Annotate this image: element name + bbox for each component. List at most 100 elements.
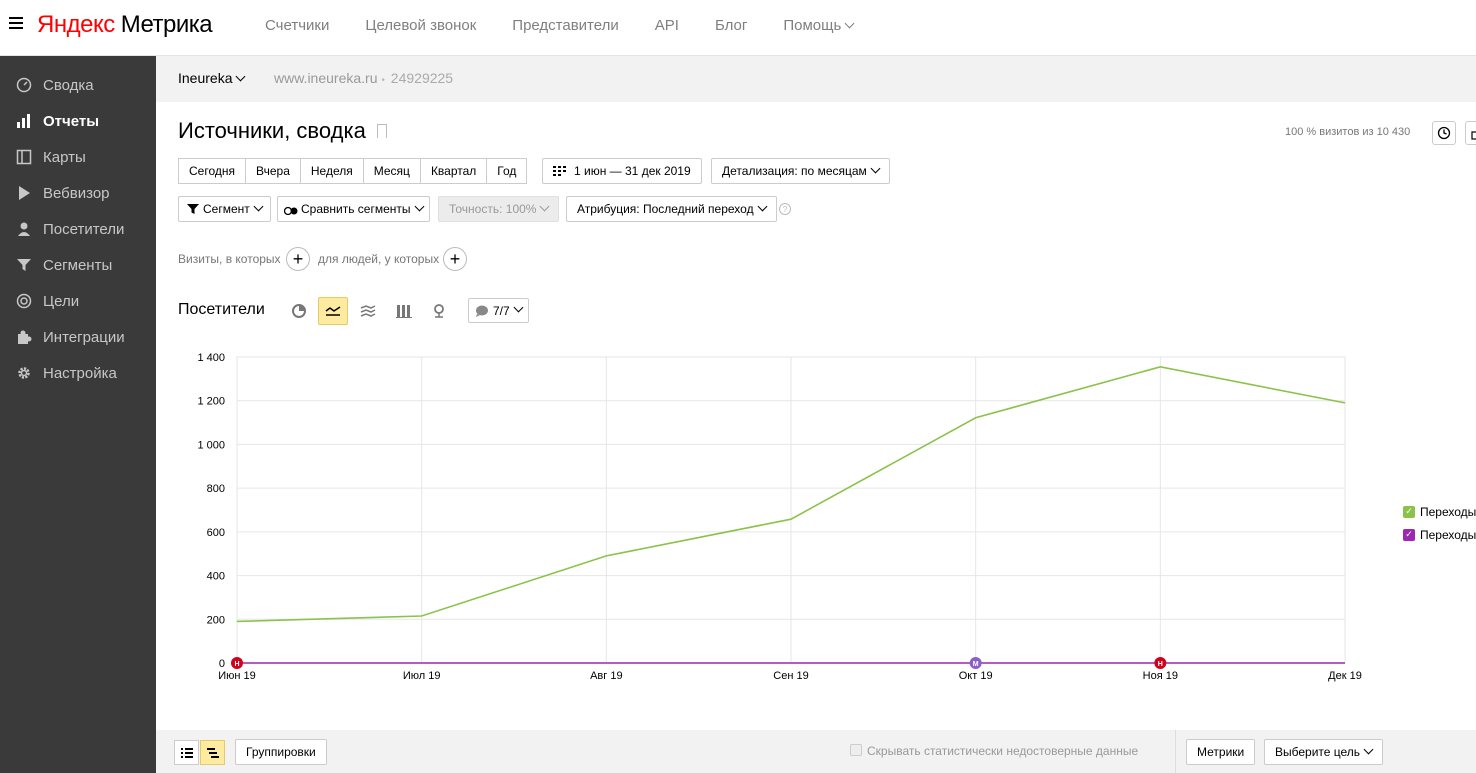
- nav-representatives[interactable]: Представители: [512, 17, 618, 34]
- sidebar-item-label: Карты: [43, 148, 86, 166]
- sidebar-item-summary[interactable]: Сводка: [0, 71, 156, 99]
- help-icon[interactable]: ?: [779, 203, 791, 215]
- top-header: Яндекс Метрика Счетчики Целевой звонок Пр…: [0, 0, 1476, 56]
- metrics-button[interactable]: Метрики: [1186, 739, 1256, 765]
- separator: •: [381, 75, 385, 86]
- period-week[interactable]: Неделя: [299, 158, 364, 184]
- tree-icon: [206, 747, 219, 758]
- sidebar-item-label: Отчеты: [43, 112, 100, 130]
- sidebar-item-settings[interactable]: Настройка: [0, 359, 156, 387]
- nav-target-call[interactable]: Целевой звонок: [365, 17, 476, 34]
- logo[interactable]: Яндекс Метрика: [37, 11, 213, 39]
- area-chart-icon: [360, 305, 376, 317]
- nav-counters[interactable]: Счетчики: [265, 17, 329, 34]
- add-people-condition-button[interactable]: +: [443, 247, 467, 271]
- export-icon: [1471, 131, 1476, 140]
- clock-icon: [1437, 126, 1451, 140]
- groupings-button[interactable]: Группировки: [235, 739, 327, 765]
- chevron-down-icon: [1363, 744, 1374, 754]
- compare-icon: [284, 206, 298, 215]
- segment-label: Сегмент: [203, 202, 250, 216]
- x-tick-label: Июл 19: [403, 670, 441, 682]
- compare-label: Сравнить сегменты: [301, 202, 411, 216]
- period-year[interactable]: Год: [486, 158, 528, 184]
- nav-api[interactable]: API: [655, 17, 679, 34]
- chart-legend: ✓ Переходы ✓ Переходы: [1403, 500, 1476, 546]
- period-month[interactable]: Месяц: [362, 158, 421, 184]
- x-tick-label: Авг 19: [590, 670, 622, 682]
- accuracy-dropdown[interactable]: Точность: 100%: [438, 196, 560, 222]
- legend-label: Переходы: [1420, 527, 1476, 542]
- sidebar-item-webvisor[interactable]: Вебвизор: [0, 179, 156, 207]
- hide-unreliable-checkbox[interactable]: [850, 744, 862, 756]
- sidebar-item-visitors[interactable]: Посетители: [0, 215, 156, 243]
- compare-segments-button[interactable]: Сравнить сегменты: [277, 196, 430, 222]
- legend-item[interactable]: ✓ Переходы: [1403, 500, 1476, 523]
- pie-chart-icon: [292, 304, 306, 318]
- tree-view-button[interactable]: [200, 740, 225, 765]
- accuracy-label: Точность: 100%: [449, 202, 537, 216]
- bookmark-icon[interactable]: [377, 124, 387, 138]
- detail-dropdown[interactable]: Детализация: по месяцам: [711, 158, 890, 184]
- list-icon: [180, 747, 193, 758]
- nav-help[interactable]: Помощь: [783, 17, 855, 34]
- choose-goal-label: Выберите цель: [1275, 745, 1361, 759]
- line-chart: 0 200 400 600 800 1 000 1 200 1 400 Июн 19 Июл 19…: [197, 352, 1362, 682]
- sidebar-item-integrations[interactable]: Интеграции: [0, 323, 156, 351]
- hide-unreliable-label: Скрывать статистически недостоверные дан…: [867, 744, 1139, 758]
- series-selector[interactable]: 7/7: [468, 298, 529, 323]
- history-button[interactable]: [1432, 121, 1456, 145]
- add-visit-condition-button[interactable]: +: [286, 247, 310, 271]
- counter-selector[interactable]: Ineureka: [178, 70, 246, 86]
- period-quarter[interactable]: Квартал: [419, 158, 488, 184]
- sidebar-item-goals[interactable]: Цели: [0, 287, 156, 315]
- sidebar-item-label: Сводка: [43, 76, 94, 94]
- nav-blog[interactable]: Блог: [715, 17, 747, 34]
- chart-title: Посетители: [178, 301, 265, 318]
- counter-bar: Ineureka www.ineureka.ru • 24929225: [156, 56, 1476, 102]
- series-count: 7/7: [493, 303, 510, 318]
- list-view-button[interactable]: [174, 740, 199, 765]
- menu-icon[interactable]: [9, 17, 23, 31]
- sidebar: Сводка Отчеты Карты Вебвизор Посетители …: [0, 56, 156, 773]
- y-tick-label: 200: [207, 614, 225, 626]
- map-chart-type-button[interactable]: [424, 297, 454, 325]
- line-chart-type-button[interactable]: [318, 297, 348, 325]
- visits-info: 100 % визитов из 10 430: [1285, 126, 1411, 138]
- x-tick-label: Сен 19: [773, 670, 808, 682]
- bar-chart-type-button[interactable]: [389, 297, 419, 325]
- chevron-down-icon: [844, 18, 855, 29]
- choose-goal-dropdown[interactable]: Выберите цель: [1264, 739, 1384, 765]
- y-tick-label: 600: [207, 527, 225, 539]
- checkbox-icon: ✓: [1403, 505, 1415, 518]
- y-tick-label: 800: [207, 483, 225, 495]
- counter-name: Ineureka: [178, 70, 233, 86]
- sidebar-item-reports[interactable]: Отчеты: [0, 107, 156, 135]
- period-today[interactable]: Сегодня: [178, 158, 246, 184]
- play-icon: [16, 185, 32, 201]
- location-icon: [434, 304, 444, 318]
- sidebar-item-label: Интеграции: [43, 328, 125, 346]
- period-yesterday[interactable]: Вчера: [245, 158, 301, 184]
- area-chart-type-button[interactable]: [353, 297, 383, 325]
- target-icon: [16, 293, 32, 309]
- x-tick-label: Дек 19: [1328, 670, 1362, 682]
- logo-metrika: Метрика: [120, 11, 213, 38]
- divider: [1175, 730, 1176, 773]
- date-range-button[interactable]: 1 июн — 31 дек 2019: [542, 158, 702, 184]
- segment-button[interactable]: Сегмент: [178, 196, 271, 222]
- calendar-icon: [553, 166, 566, 176]
- sidebar-item-maps[interactable]: Карты: [0, 143, 156, 171]
- chevron-down-icon: [414, 201, 424, 211]
- sidebar-item-segments[interactable]: Сегменты: [0, 251, 156, 279]
- pie-chart-type-button[interactable]: [284, 297, 314, 325]
- legend-item[interactable]: ✓ Переходы: [1403, 523, 1476, 546]
- y-tick-label: 1 400: [197, 352, 225, 364]
- attribution-dropdown[interactable]: Атрибуция: Последний переход: [566, 196, 777, 222]
- chevron-down-icon: [253, 201, 264, 211]
- checkbox-icon: ✓: [1403, 528, 1415, 541]
- visits-condition-label: Визиты, в которых: [178, 252, 281, 266]
- export-button[interactable]: [1465, 121, 1476, 145]
- people-condition-label: для людей, у которых: [318, 252, 440, 266]
- period-buttons: Сегодня Вчера Неделя Месяц Квартал Год: [178, 158, 528, 184]
